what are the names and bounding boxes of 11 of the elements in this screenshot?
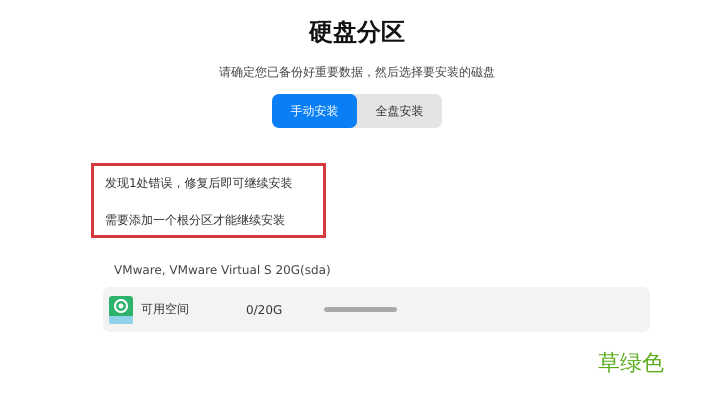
page-title: 硬盘分区 xyxy=(309,17,405,48)
error-message: 需要添加一个根分区才能继续安装 xyxy=(105,212,286,229)
partition-label: 可用空间 xyxy=(141,301,190,318)
partition-row[interactable]: 可用空间 0/20G xyxy=(103,287,650,332)
disk-name: VMware, VMware Virtual S 20G(sda) xyxy=(114,263,331,277)
disk-icon xyxy=(109,296,133,324)
mode-tab[interactable]: 手动安装 xyxy=(272,94,357,128)
annotation-text: 草绿色 xyxy=(598,351,664,376)
error-message: 发现1处错误，修复后即可继续安装 xyxy=(105,175,294,192)
page-subtitle: 请确定您已备份好重要数据，然后选择要安装的磁盘 xyxy=(219,64,495,81)
partition-size: 0/20G xyxy=(246,302,284,316)
